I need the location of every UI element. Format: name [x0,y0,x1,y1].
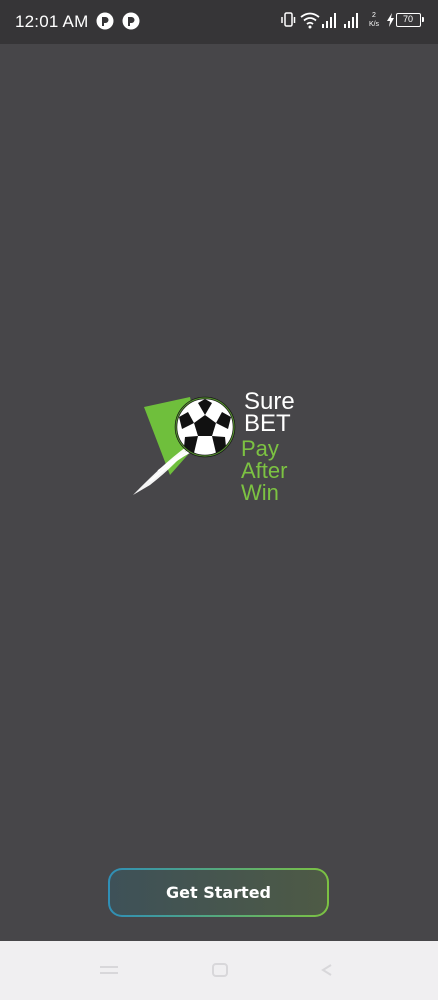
app-notification-icon [96,12,114,30]
soccer-ball-icon [133,396,236,495]
logo-text-bet: BET [244,410,291,437]
signal-icon [322,13,336,28]
surebet-logo: Sure BET Pay After Win [130,385,310,510]
network-speed-unit: K/s [368,21,380,28]
get-started-button[interactable]: Get Started [108,868,329,917]
wifi-icon [300,12,320,29]
recents-icon[interactable] [98,963,120,977]
battery-indicator: 70 [396,13,424,27]
status-bar: 12:01 AM 2 K/s 70 [0,0,438,44]
vibrate-icon [281,12,296,27]
logo-text-pay: Pay [241,436,279,461]
battery-level: 70 [402,14,413,24]
home-icon[interactable] [210,963,230,977]
network-speed-value: 2 [372,12,376,19]
charging-icon [387,13,394,27]
app-notification-icon [122,12,140,30]
status-time: 12:01 AM [15,12,89,31]
logo-text-win: Win [241,480,279,505]
system-navigation-bar [0,941,438,1000]
logo-text-after: After [241,458,288,483]
signal-icon [344,13,358,28]
network-speed: 2 K/s [367,11,381,29]
back-icon[interactable] [319,963,335,977]
